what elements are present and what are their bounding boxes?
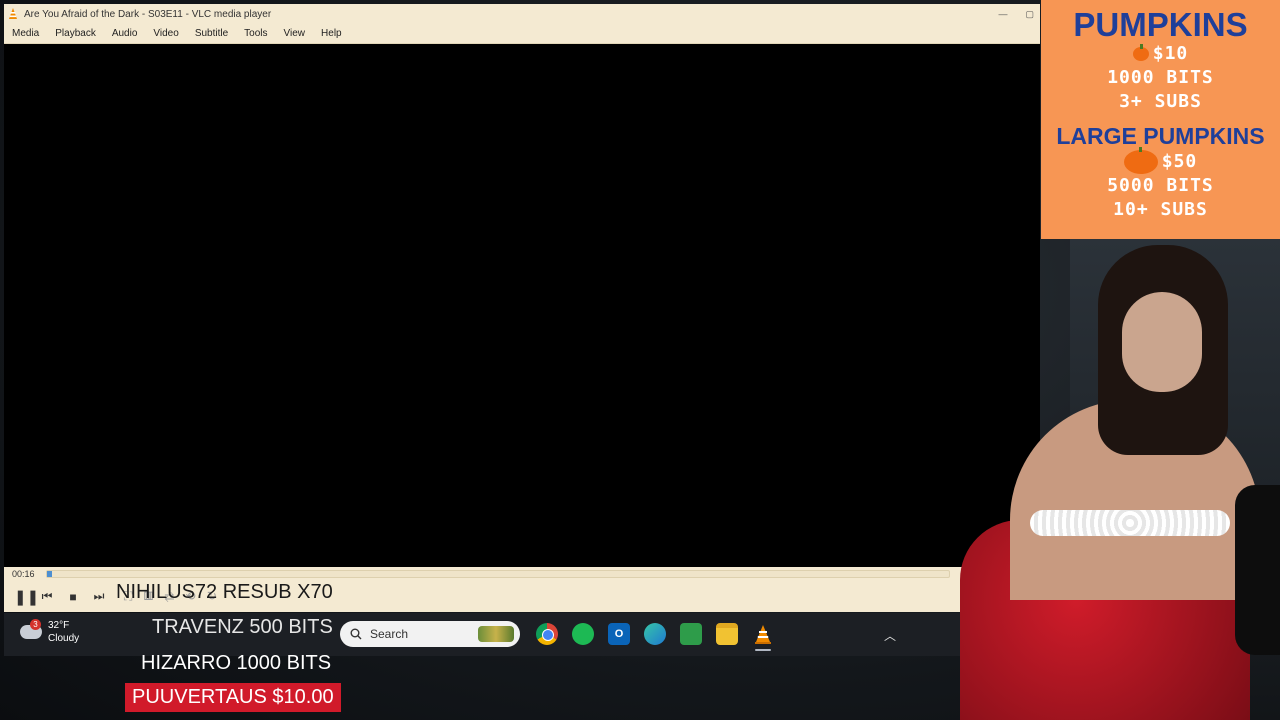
chrome-icon[interactable] bbox=[536, 623, 558, 645]
resub-alert: NIHILUS72 RESUB X70 bbox=[116, 581, 333, 603]
maximize-icon[interactable]: ▢ bbox=[1025, 9, 1034, 20]
seek-bar: 00:16 bbox=[4, 567, 1040, 581]
search-highlight-image bbox=[478, 626, 514, 642]
large-pumpkin-subs: 10+ SUBS bbox=[1113, 199, 1208, 220]
pumpkins-panel: PUMPKINS $10 1000 BITS 3+ SUBS LARGE PUM… bbox=[1041, 0, 1280, 239]
microphone bbox=[1235, 485, 1280, 655]
next-icon[interactable]: ⏭ bbox=[92, 589, 106, 604]
webcam-face bbox=[1122, 292, 1202, 392]
weather-condition: Cloudy bbox=[48, 633, 80, 644]
vlc-icon[interactable] bbox=[752, 623, 774, 645]
menu-playback[interactable]: Playback bbox=[47, 28, 104, 39]
menu-audio[interactable]: Audio bbox=[104, 28, 146, 39]
pumpkin-price-row: $10 bbox=[1041, 42, 1280, 66]
webcam-costume-trim bbox=[1030, 510, 1230, 536]
minimize-icon[interactable]: — bbox=[998, 9, 1007, 19]
pumpkins-title: PUMPKINS bbox=[1073, 6, 1248, 43]
large-pumpkins-title: LARGE PUMPKINS bbox=[1056, 123, 1265, 149]
active-app-indicator bbox=[755, 649, 771, 651]
weather-widget[interactable]: 3 32°F Cloudy bbox=[20, 619, 79, 645]
seek-slider[interactable] bbox=[46, 570, 950, 578]
menu-help[interactable]: Help bbox=[313, 28, 350, 39]
notification-badge: 3 bbox=[30, 619, 41, 630]
bits-alert-hizarro: HIZARRO 1000 BITS bbox=[141, 652, 332, 674]
pause-icon[interactable]: ❚❚ bbox=[14, 588, 39, 606]
weather-temp: 32°F bbox=[48, 620, 70, 631]
file-explorer-icon[interactable] bbox=[716, 623, 738, 645]
notepad-icon[interactable] bbox=[680, 623, 702, 645]
vlc-window: Are You Afraid of the Dark - S03E11 - VL… bbox=[4, 4, 1040, 612]
large-pumpkin-icon bbox=[1123, 147, 1158, 174]
weather-text: 32°F Cloudy bbox=[48, 619, 79, 645]
outlook-icon[interactable]: O bbox=[608, 623, 630, 645]
search-icon bbox=[350, 628, 362, 640]
menu-subtitle[interactable]: Subtitle bbox=[187, 28, 236, 39]
bits-alert-travenz: TRAVENZ 500 BITS bbox=[152, 616, 333, 638]
large-pumpkin-bits: 5000 BITS bbox=[1107, 175, 1214, 196]
window-controls: — ▢ bbox=[998, 4, 1034, 24]
pumpkin-subs: 3+ SUBS bbox=[1119, 91, 1202, 112]
donation-alert: PUUVERTAUS $10.00 bbox=[125, 683, 341, 712]
spotify-icon[interactable] bbox=[572, 623, 594, 645]
chevron-up-icon[interactable]: ︿ bbox=[884, 627, 896, 644]
cloud-icon: 3 bbox=[20, 619, 42, 639]
video-area[interactable] bbox=[4, 44, 1040, 564]
menu-bar: Media Playback Audio Video Subtitle Tool… bbox=[4, 24, 1040, 44]
elapsed-time: 00:16 bbox=[12, 569, 35, 579]
stop-icon[interactable]: ■ bbox=[66, 590, 80, 604]
vlc-cone-icon bbox=[9, 8, 17, 19]
pumpkin-price: $10 bbox=[1152, 43, 1189, 64]
large-pumpkin-price: $50 bbox=[1161, 151, 1198, 172]
menu-tools[interactable]: Tools bbox=[236, 28, 275, 39]
menu-media[interactable]: Media bbox=[4, 28, 47, 39]
menu-video[interactable]: Video bbox=[145, 28, 186, 39]
search-box[interactable]: Search bbox=[340, 621, 520, 647]
menu-view[interactable]: View bbox=[276, 28, 314, 39]
large-pumpkin-price-row: $50 bbox=[1041, 147, 1280, 174]
search-label: Search bbox=[370, 627, 409, 641]
seek-progress bbox=[47, 571, 53, 577]
edge-icon[interactable] bbox=[644, 623, 666, 645]
window-title: Are You Afraid of the Dark - S03E11 - VL… bbox=[24, 8, 272, 20]
title-bar[interactable]: Are You Afraid of the Dark - S03E11 - VL… bbox=[4, 4, 1040, 24]
previous-icon[interactable]: ⏮ bbox=[40, 589, 54, 604]
pumpkin-bits: 1000 BITS bbox=[1107, 67, 1214, 88]
pumpkin-icon bbox=[1132, 44, 1149, 61]
